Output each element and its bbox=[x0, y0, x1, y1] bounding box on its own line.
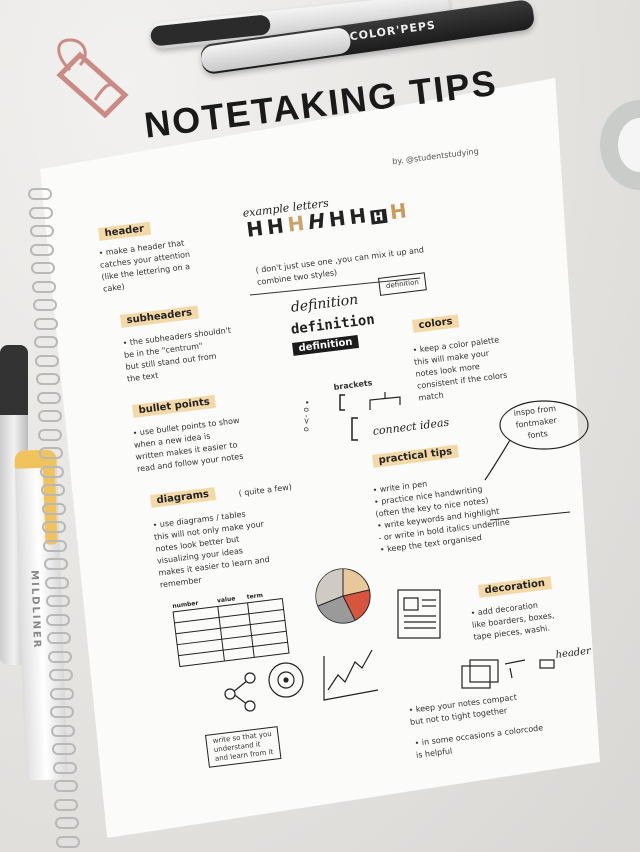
spiral-ring bbox=[39, 447, 64, 459]
spiral-ring bbox=[41, 502, 66, 515]
spiral-ring bbox=[44, 558, 68, 570]
example-letter: H bbox=[245, 215, 265, 242]
spiral-ring bbox=[56, 835, 80, 848]
diagrams-text: • use diagrams / tables this will not on… bbox=[152, 509, 271, 590]
spiral-ring bbox=[43, 539, 68, 552]
spiral-ring bbox=[45, 595, 70, 607]
arrows-label: • o -> o bbox=[302, 400, 311, 432]
spiral-ring bbox=[34, 336, 59, 348]
example-letter: H bbox=[388, 198, 409, 225]
spiral-ring bbox=[50, 706, 75, 718]
spiral-ring bbox=[31, 262, 56, 274]
marker-cap bbox=[0, 345, 28, 415]
spiral-ring bbox=[52, 761, 77, 774]
example-letter: H bbox=[347, 203, 368, 230]
spiral-ring bbox=[51, 724, 76, 737]
spiral-ring bbox=[29, 225, 54, 237]
example-letter: H bbox=[327, 205, 347, 232]
example-letter: H bbox=[265, 213, 286, 240]
example-letter: H bbox=[286, 210, 306, 237]
example-letter: H bbox=[306, 208, 327, 235]
spiral-ring bbox=[48, 669, 73, 681]
spiral-ring bbox=[46, 613, 71, 626]
spiral-ring bbox=[40, 484, 65, 496]
spiral-ring bbox=[44, 576, 69, 589]
spiral-ring bbox=[32, 299, 57, 311]
spiral-ring bbox=[55, 817, 80, 829]
spiral-ring bbox=[38, 428, 63, 441]
spiral-ring bbox=[42, 521, 67, 533]
spiral-ring bbox=[36, 373, 60, 385]
spiral-ring bbox=[36, 391, 61, 404]
spiral-ring bbox=[30, 243, 55, 256]
spiral-ring bbox=[48, 650, 72, 663]
spiral-ring bbox=[28, 206, 53, 219]
spiral-ring bbox=[32, 280, 56, 293]
spiral-ring bbox=[52, 743, 76, 755]
spiral-ring bbox=[49, 687, 74, 700]
notebook-paper bbox=[40, 78, 600, 838]
spiral-ring bbox=[53, 780, 78, 792]
spiral-ring bbox=[28, 188, 52, 200]
spiral-ring bbox=[47, 632, 72, 644]
spiral-ring bbox=[54, 798, 79, 811]
spiral-ring bbox=[37, 410, 62, 422]
notebook bbox=[28, 78, 640, 852]
inspo-bubble: inspo from fontmaker fonts bbox=[513, 403, 558, 441]
pen-brand-label: COLOR'PEPS bbox=[348, 18, 437, 44]
spiral-ring bbox=[40, 465, 64, 478]
example-letter: H bbox=[369, 208, 388, 225]
spiral-ring bbox=[33, 317, 58, 330]
colors-text: • keep a color palette this will make yo… bbox=[412, 335, 508, 403]
spiral-ring bbox=[35, 354, 60, 367]
desk-scene: COLOR'PEPS MILDLINER NOTETAKING TIPS by.… bbox=[0, 0, 640, 852]
